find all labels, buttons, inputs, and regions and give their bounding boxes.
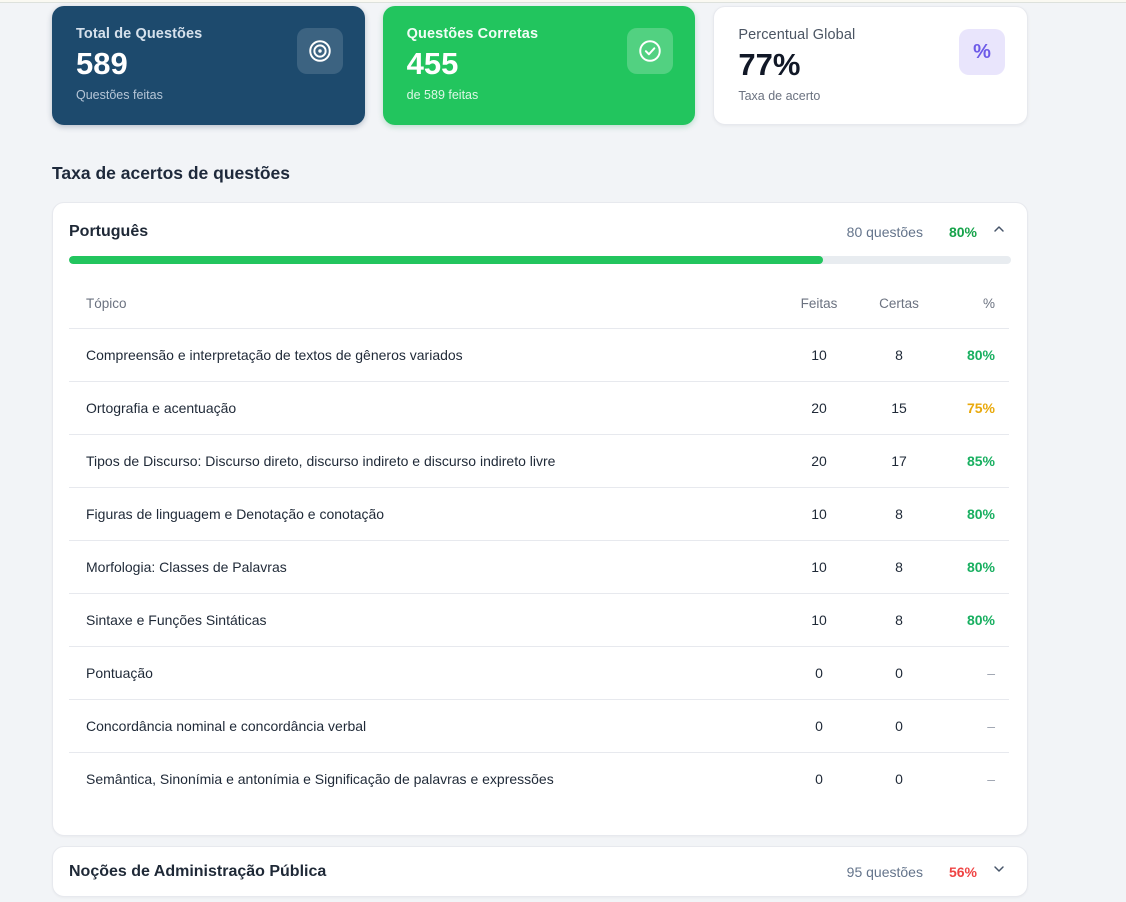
- percent-column-header: %: [939, 296, 1009, 311]
- certas-cell: 8: [859, 506, 939, 522]
- page-title: Taxa de acertos de questões: [52, 163, 1028, 184]
- stat-subtext: Questões feitas: [76, 88, 341, 102]
- certas-column-header: Certas: [859, 296, 939, 311]
- certas-cell: 15: [859, 400, 939, 416]
- topic-column-header: Tópico: [69, 288, 779, 319]
- subject-title: Português: [69, 223, 847, 241]
- table-row: Tipos de Discurso: Discurso direto, disc…: [69, 434, 1009, 487]
- main-content: Total de Questões 589 Questões feitas Qu…: [52, 6, 1028, 902]
- stat-card-global-percent: Percentual Global 77% Taxa de acerto %: [713, 6, 1028, 125]
- target-icon: [297, 28, 343, 74]
- table-row: Figuras de linguagem e Denotação e conot…: [69, 487, 1009, 540]
- certas-cell: 0: [859, 718, 939, 734]
- feitas-cell: 10: [779, 559, 859, 575]
- stat-subtext: Taxa de acerto: [738, 89, 1003, 103]
- percent-icon: %: [959, 29, 1005, 75]
- percent-cell: 80%: [939, 347, 1009, 363]
- topic-cell: Concordância nominal e concordância verb…: [69, 710, 779, 742]
- percent-cell: –: [939, 665, 1009, 681]
- certas-cell: 17: [859, 453, 939, 469]
- percent-cell: 85%: [939, 453, 1009, 469]
- chevron-down-icon[interactable]: [991, 861, 1007, 882]
- chevron-up-icon[interactable]: [991, 221, 1007, 242]
- stat-card-total-questions: Total de Questões 589 Questões feitas: [52, 6, 365, 125]
- topics-table: Tópico Feitas Certas % Compreensão e int…: [69, 278, 1009, 805]
- percent-cell: 75%: [939, 400, 1009, 416]
- feitas-cell: 0: [779, 665, 859, 681]
- stat-card-correct-questions: Questões Corretas 455 de 589 feitas: [383, 6, 696, 125]
- topic-cell: Figuras de linguagem e Denotação e conot…: [69, 498, 779, 530]
- certas-cell: 0: [859, 771, 939, 787]
- topic-cell: Morfologia: Classes de Palavras: [69, 551, 779, 583]
- subject-percent: 56%: [949, 864, 977, 880]
- feitas-cell: 20: [779, 453, 859, 469]
- feitas-column-header: Feitas: [779, 296, 859, 311]
- subject-card-portugues: Português 80 questões 80% Tópico Feitas …: [52, 202, 1028, 836]
- feitas-cell: 10: [779, 612, 859, 628]
- topic-cell: Pontuação: [69, 657, 779, 689]
- table-row: Semântica, Sinonímia e antonímia e Signi…: [69, 752, 1009, 805]
- feitas-cell: 0: [779, 718, 859, 734]
- certas-cell: 8: [859, 347, 939, 363]
- progress-bar-fill: [69, 256, 823, 264]
- certas-cell: 0: [859, 665, 939, 681]
- accordion-header-portugues[interactable]: Português 80 questões 80%: [53, 203, 1027, 254]
- check-circle-icon: [627, 28, 673, 74]
- percent-cell: 80%: [939, 559, 1009, 575]
- stat-subtext: de 589 feitas: [407, 88, 672, 102]
- table-row: Pontuação 0 0 –: [69, 646, 1009, 699]
- topic-cell: Semântica, Sinonímia e antonímia e Signi…: [69, 763, 779, 795]
- percent-cell: 80%: [939, 612, 1009, 628]
- subject-card-administracao: Noções de Administração Pública 95 quest…: [52, 846, 1028, 897]
- feitas-cell: 20: [779, 400, 859, 416]
- percent-cell: 80%: [939, 506, 1009, 522]
- table-header-row: Tópico Feitas Certas %: [69, 278, 1009, 328]
- feitas-cell: 10: [779, 506, 859, 522]
- topic-cell: Tipos de Discurso: Discurso direto, disc…: [69, 445, 779, 477]
- table-row: Ortografia e acentuação 20 15 75%: [69, 381, 1009, 434]
- accordion-header-administracao[interactable]: Noções de Administração Pública 95 quest…: [53, 847, 1027, 896]
- table-row: Concordância nominal e concordância verb…: [69, 699, 1009, 752]
- subject-title: Noções de Administração Pública: [69, 863, 847, 881]
- feitas-cell: 0: [779, 771, 859, 787]
- subject-question-count: 95 questões: [847, 864, 923, 880]
- subject-percent: 80%: [949, 224, 977, 240]
- table-row: Morfologia: Classes de Palavras 10 8 80%: [69, 540, 1009, 593]
- percent-cell: –: [939, 718, 1009, 734]
- percent-cell: –: [939, 771, 1009, 787]
- topic-cell: Sintaxe e Funções Sintáticas: [69, 604, 779, 636]
- table-body: Compreensão e interpretação de textos de…: [69, 328, 1009, 805]
- table-row: Compreensão e interpretação de textos de…: [69, 328, 1009, 381]
- feitas-cell: 10: [779, 347, 859, 363]
- subject-question-count: 80 questões: [847, 224, 923, 240]
- certas-cell: 8: [859, 612, 939, 628]
- certas-cell: 8: [859, 559, 939, 575]
- topic-cell: Ortografia e acentuação: [69, 392, 779, 424]
- table-row: Sintaxe e Funções Sintáticas 10 8 80%: [69, 593, 1009, 646]
- progress-bar-track: [69, 256, 1011, 264]
- topic-cell: Compreensão e interpretação de textos de…: [69, 339, 779, 371]
- page-top-divider: [0, 0, 1126, 3]
- stats-row: Total de Questões 589 Questões feitas Qu…: [52, 6, 1028, 125]
